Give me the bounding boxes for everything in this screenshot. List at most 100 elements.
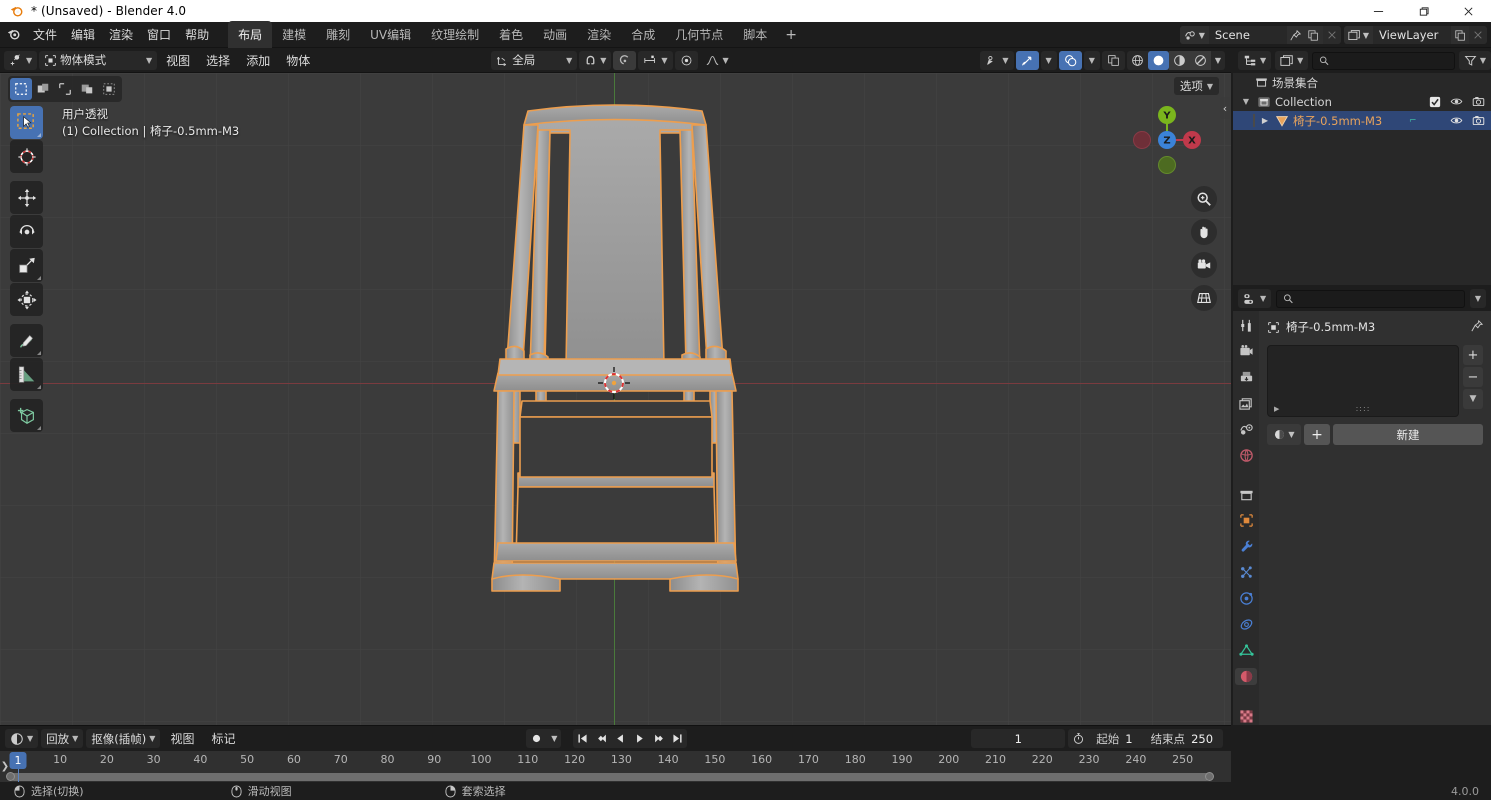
workspace-tab-geometry-nodes[interactable]: 几何节点	[665, 21, 733, 49]
cursor-tool[interactable]	[10, 140, 43, 173]
viewlayer-name[interactable]: ViewLayer	[1373, 28, 1451, 42]
visibility-selector[interactable]: ▼	[980, 50, 1014, 70]
transform-pivot-selector[interactable]	[674, 50, 698, 70]
checkbox-checked-icon[interactable]	[1429, 96, 1441, 108]
workspace-tab-texture-paint[interactable]: 纹理绘制	[421, 21, 489, 49]
move-tool[interactable]	[10, 181, 43, 214]
jump-to-previous-keyframe-button[interactable]	[592, 729, 611, 748]
modifier-tab[interactable]	[1235, 538, 1257, 555]
viewport-menu-add[interactable]: 添加	[239, 50, 277, 71]
new-scene-icon[interactable]	[1304, 26, 1323, 44]
transform-tool[interactable]	[10, 283, 43, 316]
navigation-gizmo[interactable]: Z Y X	[1128, 101, 1206, 179]
camera-icon[interactable]	[1472, 95, 1485, 108]
outliner-search-input[interactable]	[1333, 54, 1448, 67]
shading-material-preview-button[interactable]	[1168, 50, 1190, 70]
jump-to-end-button[interactable]	[668, 729, 687, 748]
interaction-mode-selector[interactable]: 物体模式 ▼	[39, 50, 158, 70]
slot-list-resize-handle[interactable]: ::::	[1356, 404, 1371, 413]
shading-rendered-button[interactable]	[1189, 50, 1211, 70]
new-viewlayer-icon[interactable]	[1451, 26, 1469, 44]
gizmo-options-dropdown[interactable]: ▼	[1040, 50, 1057, 70]
workspace-tab-uv-editing[interactable]: UV编辑	[360, 21, 421, 49]
select-box-icon[interactable]	[10, 78, 32, 100]
properties-search-input[interactable]	[1297, 292, 1458, 305]
timeline-horizontal-scrollbar[interactable]	[6, 772, 1214, 781]
select-invert-icon[interactable]	[76, 78, 98, 100]
window-maximize-button[interactable]	[1401, 0, 1446, 22]
particles-tab[interactable]	[1235, 564, 1257, 581]
render-tab[interactable]	[1235, 343, 1257, 360]
shading-options-dropdown[interactable]: ▼	[1211, 51, 1225, 70]
tool-tab[interactable]	[1235, 317, 1257, 334]
jump-to-start-button[interactable]	[573, 729, 592, 748]
workspace-tab-rendering[interactable]: 渲染	[577, 21, 621, 49]
viewport-menu-object[interactable]: 物体	[279, 50, 317, 71]
pin-id-icon[interactable]	[1471, 319, 1484, 335]
select-extend-icon[interactable]	[32, 78, 54, 100]
auto-keying-toggle[interactable]	[526, 729, 547, 748]
menu-window[interactable]: 窗口	[140, 23, 178, 46]
window-minimize-button[interactable]	[1356, 0, 1401, 22]
jump-to-next-keyframe-button[interactable]	[649, 729, 668, 748]
workspace-tab-scripting[interactable]: 脚本	[733, 21, 777, 49]
timeline-menu-marker[interactable]: 标记	[204, 728, 242, 749]
slot-list-expand-icon[interactable]: ▶	[1274, 405, 1279, 413]
play-button[interactable]	[630, 729, 649, 748]
object-tab[interactable]	[1235, 513, 1257, 530]
outliner-row-object[interactable]: ▶ 椅子-0.5mm-M3 ⌐	[1233, 111, 1491, 130]
outliner-filter-button[interactable]: ▼	[1458, 51, 1491, 70]
editor-type-selector[interactable]: ▼	[4, 50, 38, 70]
timeline-body[interactable]: 1 10 20 30 40 50 60 70 80 90 100 110 120 130 140 150 160…	[0, 751, 1231, 783]
zoom-icon[interactable]	[1191, 186, 1217, 212]
output-tab[interactable]	[1235, 369, 1257, 386]
delete-viewlayer-icon[interactable]	[1469, 26, 1487, 44]
tweak-select-tool[interactable]	[10, 106, 43, 139]
properties-editor-type-selector[interactable]: ▼	[1238, 289, 1272, 308]
workspace-tab-animation[interactable]: 动画	[533, 21, 577, 49]
menu-file[interactable]: 文件	[26, 23, 64, 46]
toggle-perspective-icon[interactable]	[1191, 285, 1217, 311]
menu-edit[interactable]: 编辑	[64, 23, 102, 46]
current-frame-field[interactable]: 1	[971, 729, 1066, 748]
proportional-falloff-selector[interactable]: ▼	[638, 50, 673, 70]
viewlayer-tab[interactable]	[1235, 395, 1257, 412]
browse-material-button[interactable]: ▼	[1267, 424, 1301, 445]
timeline-editor-type-selector[interactable]: ▼	[5, 729, 39, 748]
outliner-row-collection[interactable]: ▼ Collection	[1233, 92, 1491, 111]
pan-hand-icon[interactable]	[1191, 219, 1217, 245]
outliner-scene-collection-row[interactable]: 场景集合	[1233, 73, 1491, 92]
data-tab[interactable]	[1235, 642, 1257, 659]
shading-solid-button[interactable]	[1147, 50, 1169, 70]
show-gizmo-toggle[interactable]	[1015, 50, 1039, 70]
expand-triangle-icon[interactable]: ▶	[1259, 116, 1271, 125]
rotate-tool[interactable]	[10, 215, 43, 248]
delete-scene-icon[interactable]	[1322, 26, 1341, 44]
add-material-button[interactable]: +	[1304, 424, 1330, 445]
timeline-menu-view[interactable]: 视图	[163, 728, 201, 749]
menu-help[interactable]: 帮助	[178, 23, 216, 46]
viewport-options-dropdown[interactable]: 选项 ▼	[1173, 77, 1219, 95]
eye-icon[interactable]	[1450, 95, 1463, 108]
scene-selector[interactable]: ▼ Scene	[1179, 26, 1341, 44]
viewport-menu-view[interactable]: 视图	[159, 50, 197, 71]
show-overlays-toggle[interactable]	[1058, 50, 1082, 70]
auto-keying-options-dropdown[interactable]: ▼	[547, 729, 561, 748]
texture-tab[interactable]	[1235, 708, 1257, 725]
material-slot-specials-button[interactable]: ▼	[1463, 389, 1483, 409]
add-material-slot-button[interactable]: +	[1463, 345, 1483, 365]
3d-viewport[interactable]: 用户透视 (1) Collection | 椅子-0.5mm-M3 选项 ▼ ‹…	[0, 73, 1231, 725]
shading-wireframe-button[interactable]	[1127, 51, 1148, 70]
start-frame-value[interactable]: 1	[1125, 732, 1142, 746]
scene-name[interactable]: Scene	[1209, 28, 1287, 42]
add-cube-tool[interactable]	[10, 399, 43, 432]
timeline-playback-menu[interactable]: 回放 ▼	[41, 729, 84, 748]
menu-render[interactable]: 渲染	[102, 23, 140, 46]
transform-orientation-selector[interactable]: 全局 ▼	[491, 50, 578, 70]
pin-scene-icon[interactable]	[1286, 26, 1305, 44]
viewport-menu-select[interactable]: 选择	[199, 50, 237, 71]
workspace-tab-layout[interactable]: 布局	[228, 20, 273, 49]
xray-toggle[interactable]	[1101, 50, 1125, 70]
overlay-options-dropdown[interactable]: ▼	[1083, 50, 1100, 70]
select-subtract-icon[interactable]	[54, 78, 76, 100]
